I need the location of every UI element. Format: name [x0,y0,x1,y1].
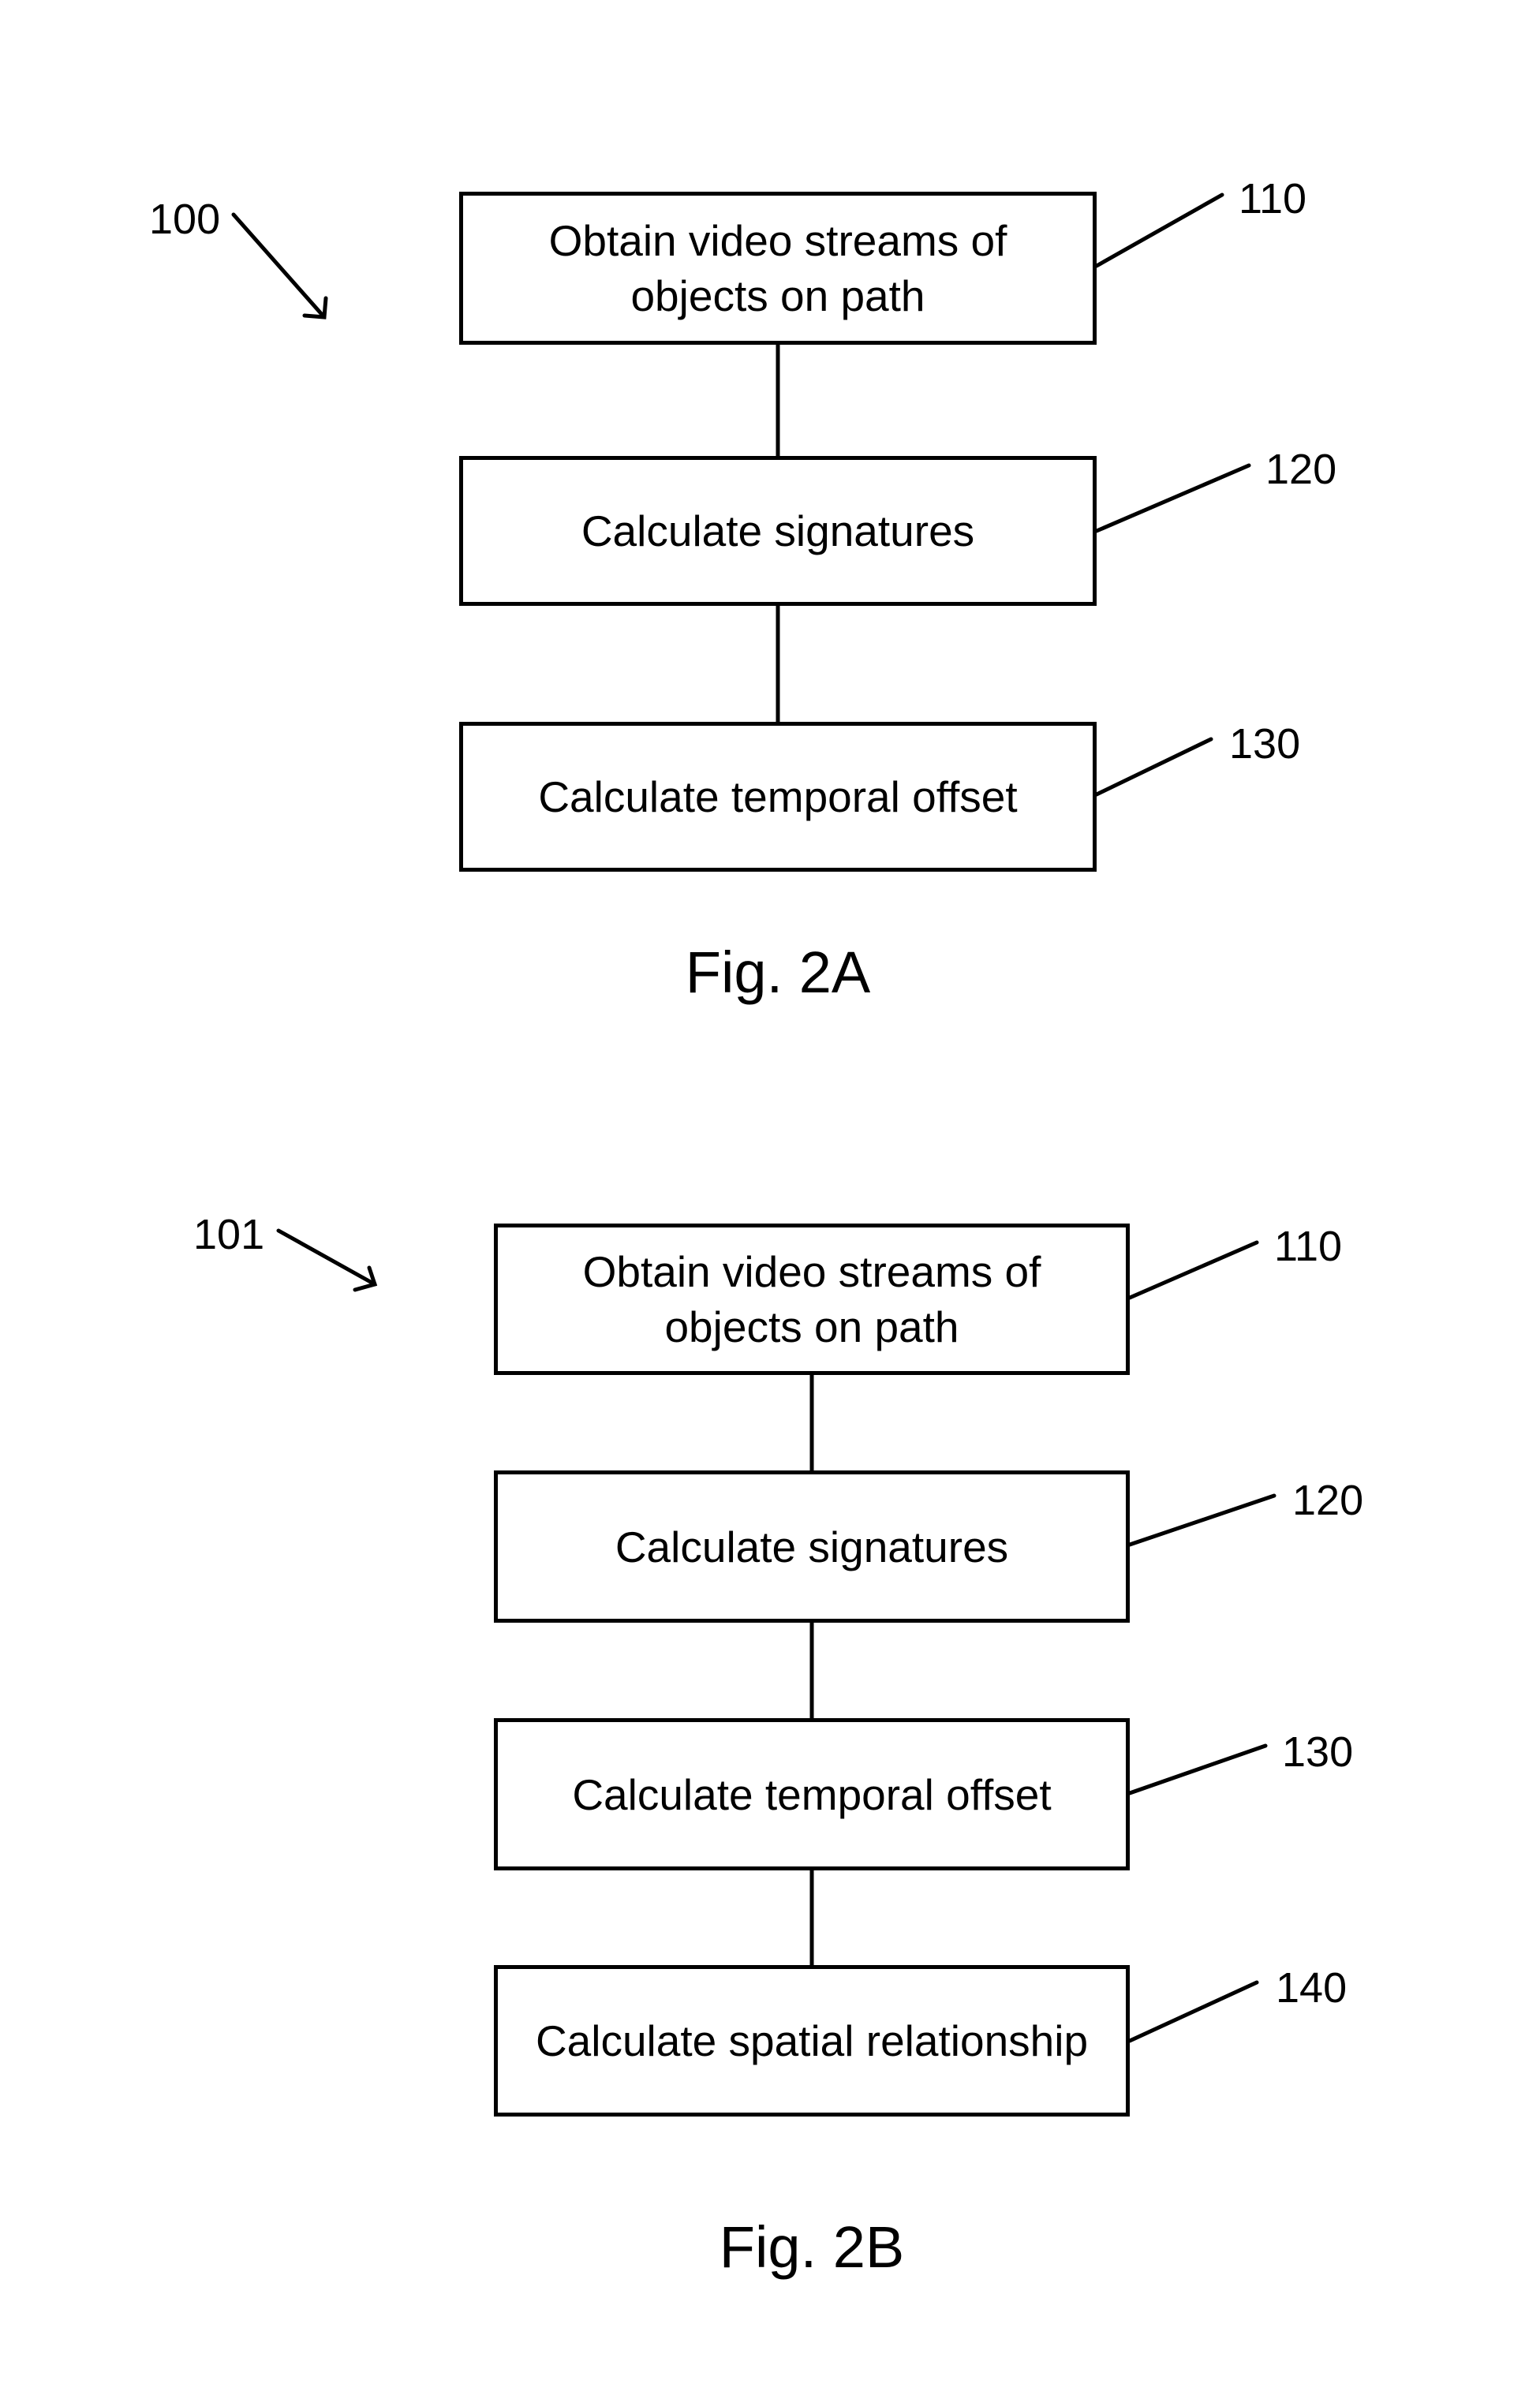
fig-2b-leader-130 [1127,1743,1268,1795]
fig-2b-step-140-box: Calculate spatial relationship [494,1965,1130,2117]
fig-2b-leader-110 [1127,1240,1259,1300]
fig-2b-caption: Fig. 2B [719,2214,905,2280]
fig-2a-step-110-box: Obtain video streams of objects on path [459,192,1097,345]
fig-2b-step-140-text: Calculate spatial relationship [535,2016,1089,2065]
fig-2a-step-120-text: Calculate signatures [581,506,975,555]
fig-2a-step-130-box: Calculate temporal offset [459,722,1097,872]
fig-2b-number-label: 101 [193,1211,265,1258]
fig-2b-step-130-text: Calculate temporal offset [572,1769,1052,1819]
fig-2a-ref-120: 120 [1265,446,1337,493]
fig-2b-step-110-box: Obtain video streams of objects on path [494,1224,1130,1375]
fig-2b-ref-120: 120 [1292,1477,1364,1524]
fig-2b-ref-110: 110 [1274,1223,1343,1270]
fig-2b-ref-130: 130 [1282,1728,1354,1776]
fig-2a-step-120-box: Calculate signatures [459,456,1097,606]
fig-2b-step-110-text: Obtain video streams of objects on path [582,1247,1041,1351]
fig-2a-leader-110 [1094,192,1224,268]
fig-2a-pointer-arrow [231,212,327,319]
fig-2b-step-130-box: Calculate temporal offset [494,1718,1130,1870]
fig-2b-step-120-box: Calculate signatures [494,1470,1130,1623]
fig-2b-step-120-text: Calculate signatures [615,1522,1009,1571]
fig-2a-caption: Fig. 2A [685,940,871,1005]
fig-2a-ref-130: 130 [1229,720,1301,768]
fig-2a-leader-130 [1094,737,1213,797]
fig-2a-step-110-text: Obtain video streams of objects on path [548,216,1007,320]
fig-2a-leader-120 [1094,463,1251,533]
fig-2a-step-130-text: Calculate temporal offset [538,772,1018,821]
fig-2b-leader-120 [1127,1493,1276,1547]
fig-2a-number-label: 100 [149,196,221,243]
fig-2b-pointer-arrow [276,1228,377,1287]
fig-2a-ref-110: 110 [1239,175,1307,222]
fig-2b-leader-140 [1127,1980,1259,2043]
fig-2b-ref-140: 140 [1276,1964,1348,2012]
